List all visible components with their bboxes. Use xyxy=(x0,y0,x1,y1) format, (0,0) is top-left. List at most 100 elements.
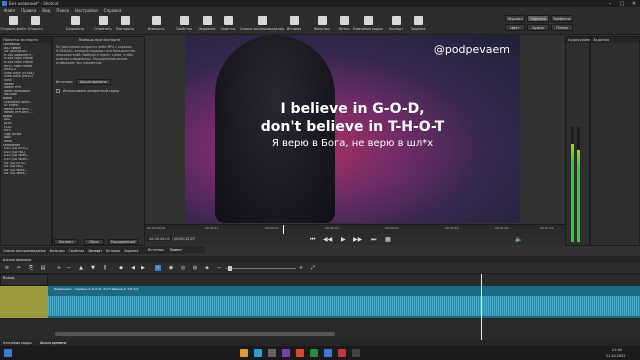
tab-jobs[interactable]: Задания xyxy=(124,249,138,253)
grid-icon[interactable]: ▦ xyxy=(385,236,391,243)
menu-settings[interactable]: Настройки xyxy=(75,8,98,13)
taskbar-app-7-icon[interactable] xyxy=(324,349,332,357)
preset-item[interactable]: DV (SD Wide... xyxy=(1,172,51,176)
export-button[interactable]: Экспорт xyxy=(386,14,406,34)
layout-fx[interactable]: Эффекты xyxy=(551,15,573,22)
ripple-icon[interactable]: ◎ xyxy=(180,265,186,271)
maximize-button[interactable]: □ xyxy=(616,0,628,7)
reset-button[interactable]: Сброс xyxy=(84,239,104,245)
snap-icon[interactable]: ∩ xyxy=(155,265,161,271)
skip-start-icon[interactable]: ⏮ xyxy=(310,236,315,244)
tab-playlist[interactable]: Список воспроизведения xyxy=(3,249,46,253)
copy-icon[interactable]: ⎘ xyxy=(28,265,34,271)
undo-button[interactable]: Отменить xyxy=(93,14,113,34)
append-icon[interactable]: + xyxy=(56,265,62,271)
skip-end-icon[interactable]: ⏭ xyxy=(371,236,376,244)
advanced-button[interactable]: Расширенный xyxy=(108,239,138,245)
rewind-icon[interactable]: ◀◀ xyxy=(323,236,332,243)
player-ruler[interactable]: 00:00:00;00 00:00:10 00:00:20 00:00:30 0… xyxy=(145,224,565,235)
layout-color[interactable]: Цвет xyxy=(505,24,525,31)
layout-editing[interactable]: Нарезка xyxy=(527,15,549,22)
close-button[interactable]: ✕ xyxy=(628,0,640,7)
hw-encoder-checkbox[interactable] xyxy=(56,89,60,93)
open-other-button[interactable]: Открыть xyxy=(25,14,45,34)
tab-history[interactable]: История xyxy=(106,249,120,253)
tab-export[interactable]: Экспорт xyxy=(88,249,102,253)
tab-source[interactable]: Источник xyxy=(148,248,164,252)
source-select[interactable]: Шкала времени xyxy=(75,79,111,85)
open-file-button[interactable]: Открыть файл xyxy=(0,14,26,34)
zoom-fit-icon[interactable]: ⤢ xyxy=(310,265,316,271)
taskbar-app-2-icon[interactable] xyxy=(254,349,262,357)
menu-icon[interactable]: ≡ xyxy=(4,265,10,271)
paste-icon[interactable]: ▤ xyxy=(40,265,46,271)
layout-audio[interactable]: Аудио xyxy=(527,24,549,31)
tab-filters[interactable]: Фильтры xyxy=(50,249,65,253)
menu-view[interactable]: Вид xyxy=(42,8,50,13)
jobs-panel: Задания xyxy=(590,36,640,246)
history-button[interactable]: История xyxy=(284,14,304,34)
save-button[interactable]: Сохранить xyxy=(65,14,85,34)
zoom-in-icon[interactable]: + xyxy=(298,265,304,271)
split-icon[interactable]: ⫼ xyxy=(102,265,108,271)
ripple-markers-icon[interactable]: ◈ xyxy=(204,265,210,271)
timeline-toolbar: ≡ ✂ ⎘ ▤ + − ▲ ▼ ⫼ ◆ ◀ ▶ ∩ ◉ ◎ ◍ ◈ − + ⤢ xyxy=(0,263,640,274)
video-handle: @podpevaem xyxy=(433,43,510,56)
menu-search[interactable]: Поиск xyxy=(56,8,69,13)
meter-right xyxy=(577,127,580,242)
redo-icon xyxy=(120,16,130,25)
video-preview[interactable]: @podpevaem I believe in G-O-D, don't bel… xyxy=(185,35,520,223)
zoom-out-icon[interactable]: − xyxy=(216,265,222,271)
peak-meter-button[interactable]: Измерить xyxy=(146,14,166,34)
layout-player[interactable]: Плеер xyxy=(551,24,573,31)
remove-icon[interactable]: − xyxy=(66,265,72,271)
timeline-playhead[interactable] xyxy=(481,274,482,340)
start-icon[interactable] xyxy=(4,349,12,357)
ripple-all-icon[interactable]: ◍ xyxy=(192,265,198,271)
timecode-field[interactable]: 00:00:45;03 xyxy=(147,237,172,241)
recent-button[interactable]: Недавние xyxy=(197,14,217,34)
redo-button[interactable]: Повторить xyxy=(115,14,135,34)
overwrite-icon[interactable]: ▼ xyxy=(90,265,96,271)
lift-icon[interactable]: ▲ xyxy=(78,265,84,271)
recent-label: Недавние xyxy=(198,27,216,31)
jobs-button[interactable]: Задания xyxy=(408,14,428,34)
menu-file[interactable]: Файл xyxy=(4,8,15,13)
scrub-icon[interactable]: ◉ xyxy=(168,265,174,271)
next-marker-icon[interactable]: ▶ xyxy=(140,265,146,271)
minimize-button[interactable]: – xyxy=(604,0,616,7)
tab-timeline[interactable]: Шкала времени xyxy=(40,341,67,345)
tab-properties[interactable]: Свойства xyxy=(69,249,85,253)
taskbar-app-1-icon[interactable] xyxy=(240,349,248,357)
playlist-button[interactable]: Список воспроизведения xyxy=(240,14,284,34)
play-icon[interactable]: ▶ xyxy=(341,236,346,243)
menu-help[interactable]: Справка xyxy=(104,8,122,13)
notes-button[interactable]: Заметки xyxy=(218,14,238,34)
menu-edit[interactable]: Правка xyxy=(21,8,36,13)
keyframes-button[interactable]: Ключевые кадры xyxy=(353,14,383,34)
cut-icon[interactable]: ✂ xyxy=(16,265,22,271)
tab-keyframes[interactable]: Ключевые кадры xyxy=(3,341,32,345)
markers-button[interactable]: Метки xyxy=(334,14,354,34)
prev-marker-icon[interactable]: ◀ xyxy=(130,265,136,271)
marker-icon[interactable]: ◆ xyxy=(118,265,124,271)
timeline-scrollbar[interactable] xyxy=(55,332,335,336)
taskbar-app-9-icon[interactable] xyxy=(352,349,360,357)
app-icon xyxy=(2,1,7,6)
ruler-tick: 00:01:10 xyxy=(540,226,554,230)
layout-logging[interactable]: Журнал xyxy=(505,15,525,22)
properties-button[interactable]: Свойства xyxy=(174,14,194,34)
volume-icon[interactable]: 🔈 xyxy=(515,236,522,243)
taskbar-app-5-icon[interactable] xyxy=(296,349,304,357)
forward-icon[interactable]: ▶▶ xyxy=(353,236,362,243)
export-file-button[interactable]: Экспорт xyxy=(54,239,78,245)
taskbar-app-3-icon[interactable] xyxy=(268,349,276,357)
taskbar-app-6-icon[interactable] xyxy=(310,349,318,357)
transport-bar: 00:00:45;03 / 00:01:12;27 ⏮ ◀◀ ▶ ▶▶ ⏭ ▦ … xyxy=(145,234,565,245)
taskbar-app-8-icon[interactable] xyxy=(338,349,346,357)
caption-line-3: Я верю в Бога, не верю в шл*х xyxy=(271,138,434,149)
zoom-slider[interactable] xyxy=(226,266,296,271)
tab-project[interactable]: Проект xyxy=(170,248,182,252)
filters-button[interactable]: Фильтры xyxy=(312,14,332,34)
taskbar-app-4-icon[interactable] xyxy=(282,349,290,357)
